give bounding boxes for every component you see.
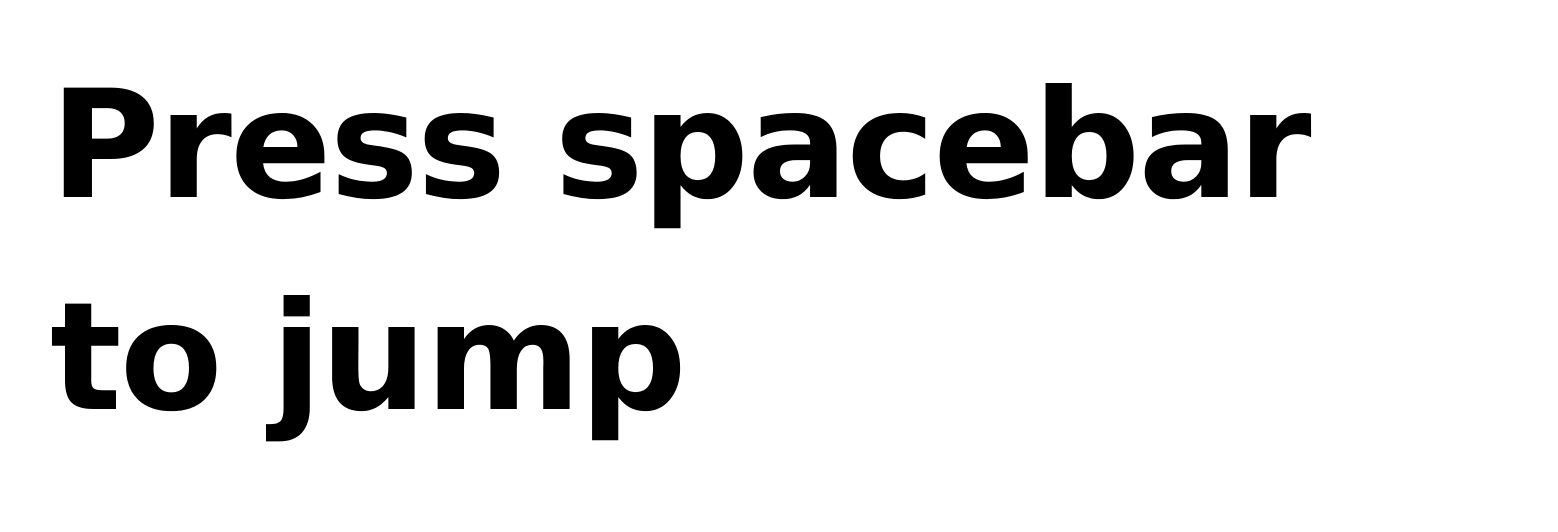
game-screen[interactable]: Press spacebar to jump [0, 0, 1558, 532]
jump-instruction: Press spacebar to jump [50, 40, 1312, 464]
instruction-line-1: Press spacebar [50, 59, 1312, 233]
instruction-line-2: to jump [50, 271, 687, 445]
